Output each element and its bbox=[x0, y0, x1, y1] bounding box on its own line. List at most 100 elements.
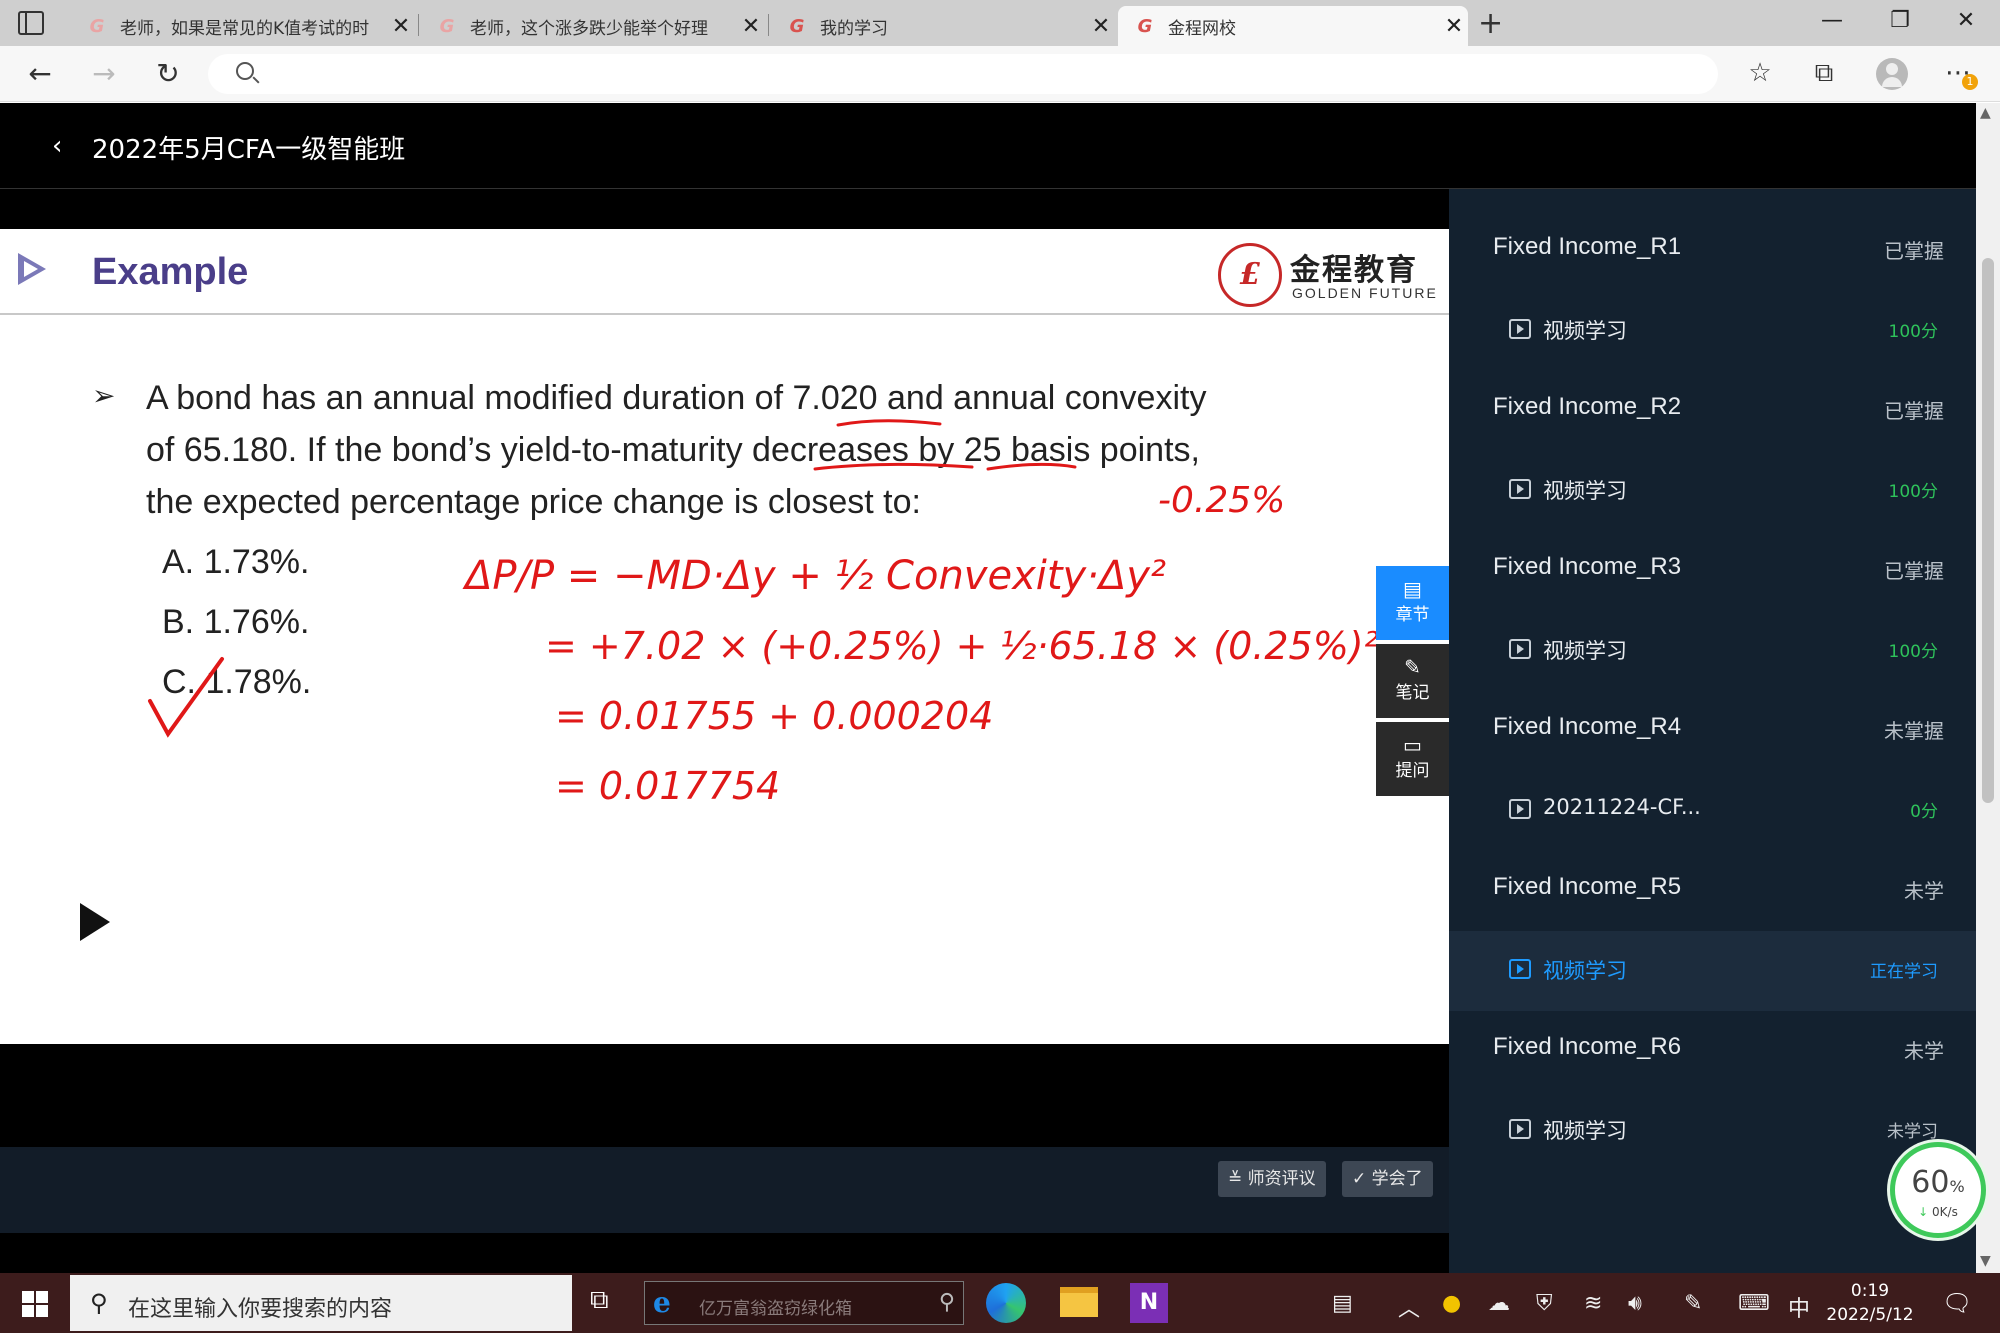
mark-learned-button[interactable]: ✓ 学会了 bbox=[1342, 1161, 1433, 1197]
scroll-down-icon[interactable]: ▼ bbox=[1980, 1253, 1991, 1269]
course-page: ‹ 2022年5月CFA一级智能班 Example £ 金程教育 GOLDEN … bbox=[0, 103, 1976, 1273]
slide-divider bbox=[0, 313, 1449, 315]
refresh-icon[interactable]: ↻ bbox=[150, 56, 186, 92]
browser-tab-3[interactable]: G 我的学习 ✕ bbox=[770, 6, 1115, 46]
security-tray-icon[interactable]: ⛨ bbox=[1536, 1291, 1553, 1316]
chapter-status: 未学 bbox=[1904, 1039, 1944, 1063]
video-icon bbox=[1509, 479, 1531, 499]
page-scrollbar[interactable]: ▲ ▼ bbox=[1976, 103, 2000, 1273]
teacher-review-button[interactable]: ≚ 师资评议 bbox=[1218, 1161, 1326, 1197]
network-speed-gauge[interactable]: 60% ↓ 0K/s bbox=[1890, 1142, 1986, 1238]
cloud-tray-icon[interactable]: ☁ bbox=[1488, 1291, 1510, 1316]
chapter-item-r4[interactable]: Fixed Income_R4 未掌握 bbox=[1449, 691, 1976, 771]
scroll-up-icon[interactable]: ▲ bbox=[1980, 105, 1991, 121]
pen-icon[interactable]: ✎ bbox=[1684, 1291, 1702, 1316]
lesson-score: 100分 bbox=[1888, 482, 1938, 502]
close-window-button[interactable]: ✕ bbox=[1946, 8, 1986, 33]
notes-tool-button[interactable]: ✎ 笔记 bbox=[1376, 644, 1449, 718]
video-player[interactable]: Example £ 金程教育 GOLDEN FUTURE ➢ A bond ha… bbox=[0, 189, 1449, 1273]
chapter-item-r3[interactable]: Fixed Income_R3 已掌握 bbox=[1449, 531, 1976, 611]
restore-button[interactable]: ❐ bbox=[1880, 8, 1920, 33]
chapter-item-r1[interactable]: Fixed Income_R1 已掌握 bbox=[1449, 211, 1976, 291]
handwritten-result: = 0.017754 bbox=[555, 764, 780, 808]
forward-arrow-icon[interactable]: → bbox=[86, 56, 122, 92]
new-tab-button[interactable]: + bbox=[1478, 6, 1503, 41]
lesson-score: 0分 bbox=[1910, 802, 1938, 822]
chapters-tool-button[interactable]: ▤ 章节 bbox=[1376, 566, 1449, 640]
chapter-item-r2[interactable]: Fixed Income_R2 已掌握 bbox=[1449, 371, 1976, 451]
volume-icon[interactable]: 🔊︎ bbox=[1628, 1291, 1642, 1316]
taskbar-search-box[interactable]: ⚲ 在这里输入你要搜索的内容 bbox=[70, 1275, 572, 1331]
favorites-star-icon[interactable]: ☆ bbox=[1742, 58, 1778, 88]
close-tab-icon[interactable]: ✕ bbox=[1440, 14, 1468, 39]
chapter-item-r5[interactable]: Fixed Income_R5 未学 bbox=[1449, 851, 1976, 931]
chapter-name: Fixed Income_R3 bbox=[1493, 553, 1682, 580]
tab-separator bbox=[418, 14, 419, 36]
video-icon bbox=[1509, 799, 1531, 819]
scroll-thumb[interactable] bbox=[1982, 258, 1994, 803]
handwritten-step-1: = +7.02 × (+0.25%) + ½·65.18 × (0.25%)² bbox=[545, 624, 1379, 668]
chapter-name: Fixed Income_R2 bbox=[1493, 393, 1682, 420]
lesson-item[interactable]: 20211224-CF... 0分 bbox=[1449, 771, 1976, 851]
task-view-icon[interactable]: ⧉ bbox=[590, 1285, 626, 1321]
play-icon[interactable] bbox=[80, 903, 110, 941]
lesson-name: 视频学习 bbox=[1543, 319, 1627, 343]
lesson-item[interactable]: 视频学习 未学习 bbox=[1449, 1091, 1976, 1171]
tab-title: 老师，这个涨多跌少能举个好理 bbox=[470, 18, 708, 39]
clock-time: 0:19 bbox=[1850, 1281, 1890, 1301]
back-chevron-icon[interactable]: ‹ bbox=[52, 131, 62, 161]
wifi-icon[interactable]: ≋ bbox=[1584, 1291, 1602, 1316]
chapter-list-icon: ▤ bbox=[1403, 577, 1422, 601]
chapter-list-panel: Fixed Income_R1 已掌握 视频学习 100分 Fixed Inco… bbox=[1449, 189, 1976, 1273]
gauge-percent: 60% bbox=[1911, 1165, 1965, 1200]
search-icon bbox=[236, 62, 254, 80]
chapter-status: 未掌握 bbox=[1884, 719, 1944, 743]
ie-search-placeholder: 亿万富翁盗窃绿化箱 bbox=[699, 1299, 852, 1319]
golden-future-logo: £ 金程教育 GOLDEN FUTURE bbox=[1218, 243, 1438, 307]
lesson-status: 未学习 bbox=[1887, 1122, 1938, 1142]
keyboard-icon[interactable]: ⌨ bbox=[1738, 1291, 1770, 1316]
lesson-item[interactable]: 视频学习 100分 bbox=[1449, 451, 1976, 531]
lesson-score: 100分 bbox=[1888, 642, 1938, 662]
video-icon bbox=[1509, 319, 1531, 339]
ask-tool-button[interactable]: ▭ 提问 bbox=[1376, 722, 1449, 796]
chevron-up-icon[interactable]: ︿ bbox=[1398, 1291, 1420, 1323]
lesson-item[interactable]: 视频学习 100分 bbox=[1449, 611, 1976, 691]
close-tab-icon[interactable]: ✕ bbox=[387, 14, 415, 39]
handwritten-step-2: = 0.01755 + 0.000204 bbox=[555, 694, 993, 738]
chapter-status: 已掌握 bbox=[1884, 239, 1944, 263]
taskbar-clock[interactable]: 0:19 2022/5/12 bbox=[1820, 1279, 1920, 1327]
back-arrow-icon[interactable]: ← bbox=[22, 56, 58, 92]
lesson-item[interactable]: 视频学习 100分 bbox=[1449, 291, 1976, 371]
chapter-status: 已掌握 bbox=[1884, 399, 1944, 423]
news-widget-icon[interactable]: ▤ bbox=[1332, 1291, 1353, 1316]
clock-date: 2022/5/12 bbox=[1826, 1305, 1914, 1325]
file-explorer-icon[interactable] bbox=[1060, 1287, 1098, 1317]
lecture-slide: Example £ 金程教育 GOLDEN FUTURE ➢ A bond ha… bbox=[0, 229, 1449, 1044]
download-badge: 1 bbox=[1962, 74, 1978, 90]
course-header: ‹ 2022年5月CFA一级智能班 bbox=[0, 103, 1976, 189]
ie-search-box[interactable]: e 亿万富翁盗窃绿化箱 ⚲ bbox=[644, 1281, 964, 1325]
app-tray-icon[interactable]: ● bbox=[1442, 1291, 1461, 1316]
pencil-icon: ✎ bbox=[1404, 655, 1421, 679]
mark-learned-label: 学会了 bbox=[1371, 1169, 1423, 1189]
edge-browser-icon[interactable] bbox=[986, 1283, 1026, 1323]
onenote-icon[interactable]: N bbox=[1130, 1283, 1168, 1323]
chapter-name: Fixed Income_R6 bbox=[1493, 1033, 1682, 1060]
lesson-item-current[interactable]: 视频学习 正在学习 bbox=[1449, 931, 1976, 1011]
windows-start-icon[interactable] bbox=[22, 1291, 48, 1317]
profile-avatar[interactable] bbox=[1876, 58, 1908, 90]
browser-tab-2[interactable]: G 老师，这个涨多跌少能举个好理 ✕ bbox=[420, 6, 765, 46]
ime-indicator[interactable]: 中 bbox=[1788, 1291, 1810, 1323]
browser-tab-1[interactable]: G 老师，如果是常见的K值考试的时 ✕ bbox=[70, 6, 415, 46]
chapter-item-r6[interactable]: Fixed Income_R6 未学 bbox=[1449, 1011, 1976, 1091]
close-tab-icon[interactable]: ✕ bbox=[1087, 14, 1115, 39]
url-input[interactable] bbox=[208, 54, 1718, 94]
close-tab-icon[interactable]: ✕ bbox=[737, 14, 765, 39]
browser-tab-4-active[interactable]: G 金程网校 ✕ bbox=[1118, 6, 1468, 46]
golden-future-favicon-icon: G bbox=[789, 15, 805, 37]
collections-icon[interactable]: ⧉ bbox=[1806, 58, 1842, 89]
notification-center-icon[interactable]: 🗨︎ bbox=[1942, 1289, 1972, 1317]
minimize-button[interactable]: — bbox=[1812, 8, 1852, 33]
tab-actions-icon[interactable] bbox=[18, 11, 44, 35]
